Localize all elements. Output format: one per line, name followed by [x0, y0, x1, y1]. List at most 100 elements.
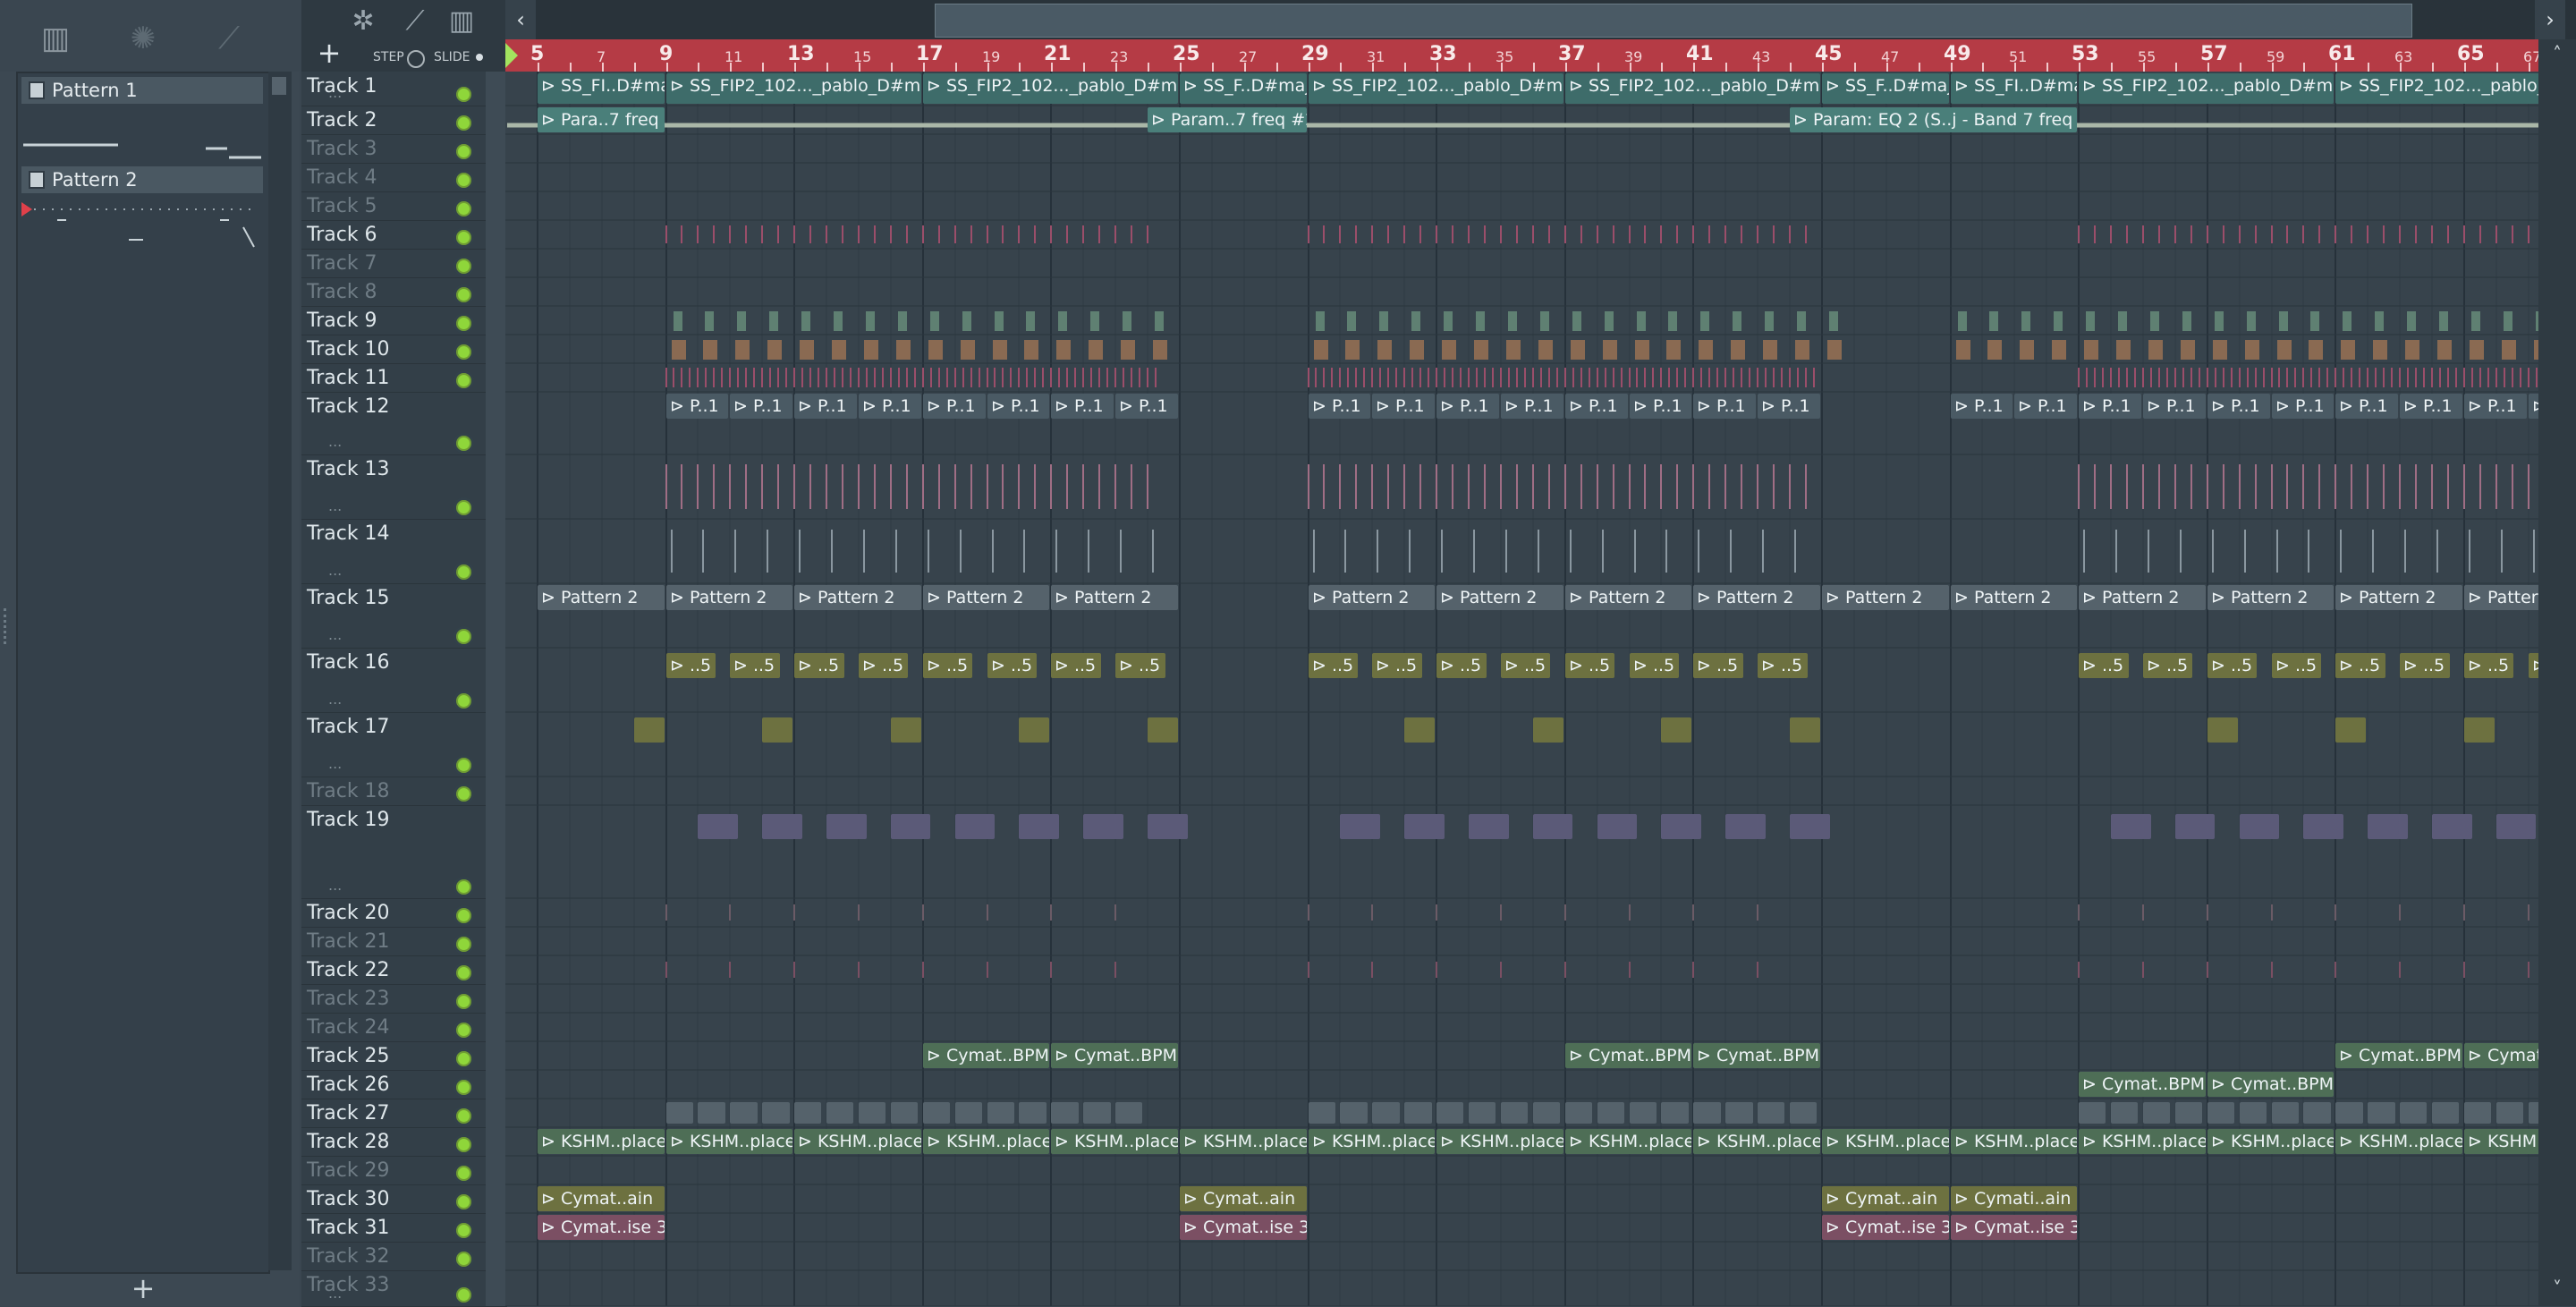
automation-icon[interactable]: ⟋ — [398, 5, 432, 38]
track-header-19[interactable]: Track 19... — [301, 805, 507, 899]
track-header-20[interactable]: Track 20 — [301, 898, 507, 928]
pattern-clip[interactable] — [1083, 814, 1123, 839]
piano-icon[interactable]: ✲ — [346, 5, 380, 38]
track-name[interactable]: Track 27 — [307, 1102, 390, 1125]
pattern-clip[interactable]: ⊳ KSHM..place — [1565, 1129, 1691, 1154]
pattern-clip[interactable]: ⊳ KSHM..place — [1822, 1129, 1949, 1154]
pattern-clip[interactable]: ⊳ P..1 — [1951, 394, 2012, 419]
pattern-clip[interactable] — [1340, 1102, 1368, 1124]
track-options-dots[interactable]: ... — [328, 626, 342, 643]
pattern-clip[interactable] — [2496, 814, 2536, 839]
pattern-clip[interactable]: ⊳ Cymat..BPM — [1051, 1043, 1178, 1068]
pattern-clip[interactable]: ⊳ P..1 — [1630, 394, 1691, 419]
track-name[interactable]: Track 25 — [307, 1045, 390, 1067]
overview-scroll-thumb[interactable] — [935, 4, 2412, 38]
slide-toggle[interactable] — [476, 54, 483, 61]
pattern-icon[interactable]: ▥ — [445, 5, 479, 38]
track-name[interactable]: Track 14 — [307, 522, 390, 545]
pattern-clip[interactable]: ⊳ ..5 — [859, 653, 908, 678]
track-mute-led[interactable] — [453, 963, 474, 983]
pattern-clip[interactable] — [2111, 1102, 2138, 1124]
pattern-clip[interactable]: ⊳ P..1 — [730, 394, 792, 419]
track-header-27[interactable]: Track 27 — [301, 1099, 507, 1128]
pattern-clip[interactable]: ⊳ ..5 — [730, 653, 780, 678]
track-header-22[interactable]: Track 22 — [301, 955, 507, 985]
pattern-clip[interactable] — [1340, 814, 1380, 839]
pattern-clip[interactable] — [891, 814, 930, 839]
pattern-clip[interactable]: ⊳ P..1 — [1436, 394, 1499, 419]
pattern-clip[interactable]: ⊳ Pattern 2 — [666, 585, 792, 610]
track-resize-grip[interactable] — [486, 134, 507, 163]
pattern-clip[interactable]: ⊳ Pattern 2 — [1822, 585, 1949, 610]
pattern-clip[interactable] — [1597, 1102, 1624, 1124]
track-mute-led[interactable] — [453, 877, 474, 897]
track-mute-led[interactable] — [453, 1192, 474, 1212]
track-header-8[interactable]: Track 8 — [301, 277, 507, 307]
pattern-clip[interactable] — [1630, 1102, 1657, 1124]
track-header-26[interactable]: Track 26 — [301, 1070, 507, 1099]
timeline-ruler[interactable]: 5 9 13 17 21 25 29 33 37 41 45 49 53 57 61 65 7 11 15 19 23 2… — [505, 39, 2576, 72]
track-header-15[interactable]: Track 15... — [301, 583, 507, 649]
pattern-clip[interactable]: ⊳ Cymat..ise 3 — [1180, 1215, 1307, 1240]
audio-clip[interactable]: ⊳ SS_FI..D#maj — [538, 73, 665, 104]
pattern-clip[interactable]: ⊳ ..5 — [1372, 653, 1422, 678]
track-name[interactable]: Track 16 — [307, 651, 390, 674]
pattern-clip[interactable]: ⊳ KSHM..place — [794, 1129, 921, 1154]
pattern-clip[interactable] — [2143, 1102, 2170, 1124]
pattern-clip[interactable] — [923, 1102, 950, 1124]
track-resize-grip[interactable] — [486, 1242, 507, 1270]
track-resize-grip[interactable] — [486, 712, 507, 777]
track-header-12[interactable]: Track 12... — [301, 392, 507, 455]
pattern-clip[interactable]: ⊳ P..1 — [2272, 394, 2334, 419]
track-mute-led[interactable] — [453, 1220, 474, 1241]
track-mute-led[interactable] — [453, 626, 474, 647]
pattern-clip[interactable]: ⊳ KSHM..place — [1180, 1129, 1307, 1154]
track-resize-grip[interactable] — [486, 1184, 507, 1213]
track-name[interactable]: Track 3 — [307, 138, 377, 160]
track-options-dots[interactable]: ... — [328, 691, 342, 708]
track-name[interactable]: Track 23 — [307, 988, 390, 1010]
track-resize-grip[interactable] — [486, 191, 507, 220]
track-resize-grip[interactable] — [486, 335, 507, 363]
pattern-clip[interactable] — [955, 814, 995, 839]
pattern-clip[interactable] — [891, 1102, 918, 1124]
track-name[interactable]: Track 17 — [307, 716, 390, 738]
pattern-clip[interactable] — [826, 1102, 853, 1124]
pattern-clip[interactable]: ⊳ P..1 — [1115, 394, 1178, 419]
playhead-marker[interactable] — [505, 43, 518, 68]
track-resize-grip[interactable] — [486, 777, 507, 805]
pattern-clip[interactable]: ⊳ ..5 — [987, 653, 1037, 678]
track-name[interactable]: Track 20 — [307, 902, 390, 924]
track-mute-led[interactable] — [453, 370, 474, 391]
track-resize-grip[interactable] — [486, 955, 507, 984]
track-header-33[interactable]: Track 33... — [301, 1270, 507, 1307]
track-resize-grip[interactable] — [486, 1270, 507, 1306]
pattern-clip[interactable]: ⊳ P..1 — [923, 394, 986, 419]
pattern-clip[interactable] — [2079, 1102, 2106, 1124]
pattern-clip[interactable]: ⊳ P..1 — [2143, 394, 2206, 419]
pattern-clip[interactable]: ⊳ ..5 — [2143, 653, 2192, 678]
pattern-clip[interactable] — [730, 1102, 758, 1124]
pattern-clip[interactable] — [1148, 717, 1178, 743]
track-header-2[interactable]: Track 2 — [301, 106, 507, 135]
track-resize-grip[interactable] — [486, 648, 507, 712]
pattern-clip[interactable]: ⊳ ..5 — [2400, 653, 2450, 678]
pattern-clip[interactable] — [634, 717, 665, 743]
track-resize-grip[interactable] — [486, 72, 507, 106]
track-header-14[interactable]: Track 14... — [301, 519, 507, 584]
track-name[interactable]: Track 5 — [307, 195, 377, 217]
track-mute-led[interactable] — [453, 784, 474, 804]
track-mute-led[interactable] — [453, 1077, 474, 1098]
pattern-item-1[interactable]: Pattern 1 — [21, 77, 263, 166]
pattern-clip[interactable] — [2207, 1102, 2234, 1124]
pattern-clip[interactable]: ⊳ KSHM..place — [1436, 1129, 1563, 1154]
track-header-17[interactable]: Track 17... — [301, 712, 507, 777]
track-mute-led[interactable] — [453, 1106, 474, 1126]
pattern-clip[interactable] — [1404, 1102, 1432, 1124]
pattern-clip[interactable]: ⊳ Cymat..BPM — [2207, 1072, 2334, 1097]
pattern-clip[interactable] — [2464, 1102, 2491, 1124]
track-name[interactable]: Track 2 — [307, 109, 377, 132]
track-name[interactable]: Track 24 — [307, 1016, 390, 1039]
pattern-clip[interactable] — [1436, 1102, 1463, 1124]
pattern-clip[interactable] — [987, 1102, 1014, 1124]
